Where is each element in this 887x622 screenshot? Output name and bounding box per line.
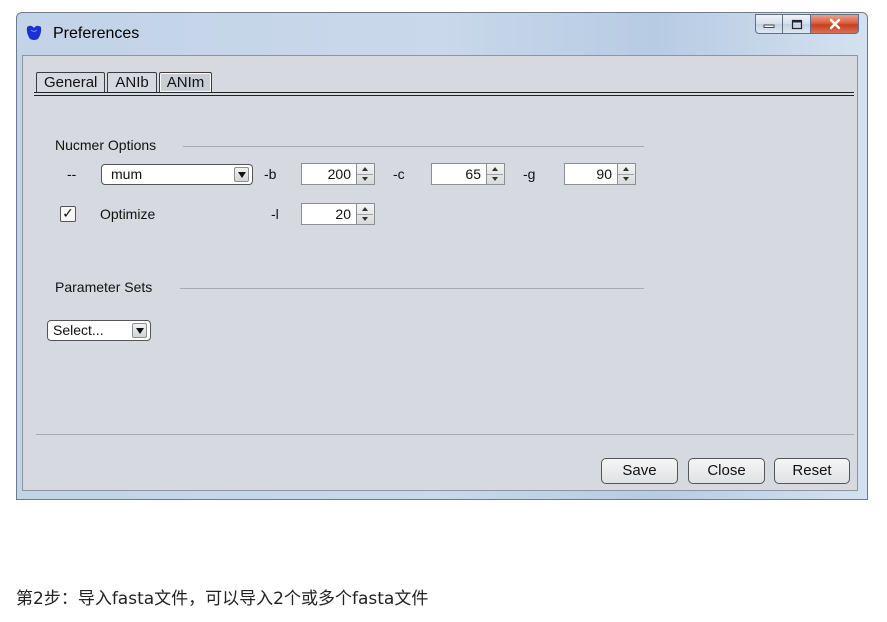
b-decrement-button[interactable]: [357, 174, 373, 184]
l-decrement-button[interactable]: [357, 214, 373, 224]
tab-anib[interactable]: ANIb: [107, 72, 157, 92]
close-window-button[interactable]: [811, 14, 859, 34]
nucmer-options-label: Nucmer Options: [55, 137, 157, 153]
tab-anim[interactable]: ANIm: [158, 72, 213, 92]
save-button[interactable]: Save: [601, 458, 678, 484]
spin-down-icon: [492, 177, 498, 181]
dropdown-button[interactable]: [132, 323, 147, 338]
chevron-down-icon: [238, 172, 246, 178]
spin-up-icon: [362, 207, 368, 211]
g-decrement-button[interactable]: [618, 174, 634, 184]
l-spin-buttons: [357, 203, 375, 225]
close-button[interactable]: Close: [688, 458, 765, 484]
preferences-window: Preferences General ANIb ANIm Nucmer Opt…: [16, 12, 868, 500]
spin-down-icon: [362, 177, 368, 181]
tab-general[interactable]: General: [36, 72, 106, 92]
group-divider: [180, 288, 644, 289]
l-value-input[interactable]: 20: [301, 203, 357, 225]
step-caption: 第2步：导入fasta文件，可以导入2个或多个fasta文件: [16, 589, 429, 609]
parameter-set-select[interactable]: Select...: [47, 320, 151, 341]
tab-divider: [34, 95, 854, 96]
c-spin-buttons: [487, 163, 505, 185]
maximize-button[interactable]: [783, 14, 811, 34]
parameter-set-value: Select...: [53, 322, 104, 338]
g-spinner: 90: [564, 163, 636, 185]
window-controls: [755, 14, 859, 36]
window-title: Preferences: [53, 25, 140, 42]
b-value-input[interactable]: 200: [301, 163, 357, 185]
optimize-label: Optimize: [100, 206, 156, 222]
nucmer-mode-select[interactable]: mum: [101, 164, 253, 185]
close-icon: [829, 18, 840, 30]
b-spinner: 200: [301, 163, 375, 185]
nucmer-mode-value: mum: [111, 166, 143, 182]
mode-prefix-label: --: [67, 166, 77, 182]
spin-down-icon: [623, 177, 629, 181]
c-value-input[interactable]: 65: [431, 163, 487, 185]
dropdown-button[interactable]: [234, 167, 249, 182]
b-label: -b: [264, 166, 277, 182]
c-decrement-button[interactable]: [487, 174, 503, 184]
g-label: -g: [523, 166, 536, 182]
b-spin-buttons: [357, 163, 375, 185]
spin-down-icon: [362, 217, 368, 221]
g-spin-buttons: [618, 163, 636, 185]
maximize-icon: [791, 19, 802, 29]
reset-button[interactable]: Reset: [774, 458, 850, 484]
c-spinner: 65: [431, 163, 505, 185]
l-spinner: 20: [301, 203, 375, 225]
l-label: -l: [271, 206, 279, 222]
app-logo-icon: [26, 25, 42, 40]
footer-divider: [36, 434, 854, 435]
title-bar[interactable]: Preferences: [17, 13, 867, 53]
chevron-down-icon: [136, 328, 144, 334]
g-value-input[interactable]: 90: [564, 163, 618, 185]
optimize-checkbox[interactable]: ✓: [60, 206, 76, 222]
tab-divider: [34, 92, 854, 93]
spin-up-icon: [623, 167, 629, 171]
preferences-panel: General ANIb ANIm Nucmer Options -- mum …: [22, 55, 858, 491]
c-label: -c: [393, 166, 405, 182]
minimize-button[interactable]: [755, 14, 783, 34]
spin-up-icon: [492, 167, 498, 171]
group-divider: [183, 146, 644, 147]
parameter-sets-label: Parameter Sets: [55, 279, 153, 295]
tab-bar: General ANIb ANIm: [36, 72, 214, 92]
minimize-icon: [763, 24, 775, 28]
spin-up-icon: [362, 167, 368, 171]
